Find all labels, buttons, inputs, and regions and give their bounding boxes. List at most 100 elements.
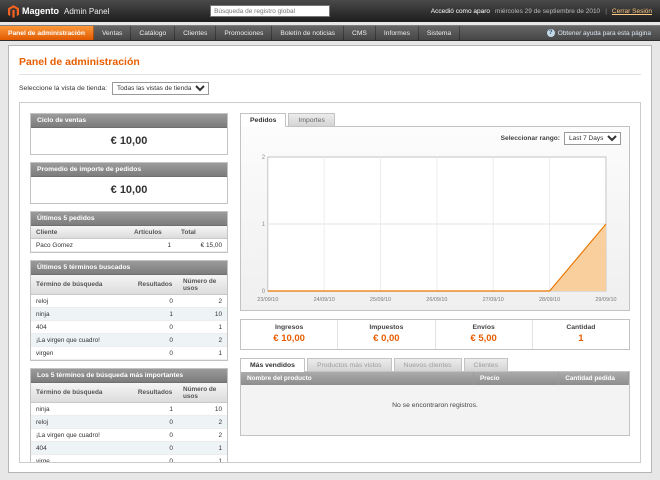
search-term: ¡La virgen que cuadro!	[31, 334, 133, 347]
help-label: Obtener ayuda para esta página	[558, 30, 651, 37]
logout-link[interactable]: Cerrar Sesión	[612, 8, 652, 15]
search-uses: 1	[178, 321, 227, 334]
svg-text:1: 1	[262, 222, 265, 228]
search-term: virgen	[31, 347, 133, 360]
search-results: 0	[133, 347, 178, 360]
search-term-row[interactable]: ¡La virgen que cuadro! 0 2	[31, 429, 227, 442]
search-uses: 10	[178, 308, 227, 321]
store-view-label: Seleccione la vista de tienda:	[19, 85, 107, 92]
average-orders-box: Promedio de importe de pedidos € 10,00	[30, 162, 228, 204]
search-term-row[interactable]: 404 0 1	[31, 321, 227, 334]
stat-value: € 0,00	[340, 333, 432, 344]
search-results: 0	[133, 416, 178, 429]
search-term-row[interactable]: ¡La virgen que cuadro! 0 2	[31, 334, 227, 347]
page-help-link[interactable]: ? Obtener ayuda para esta página	[538, 26, 660, 40]
search-term-row[interactable]: ninja 1 10	[31, 308, 227, 321]
magento-logo-icon	[8, 5, 19, 18]
search-uses: 2	[178, 429, 227, 442]
empty-records-message: No se encontraron registros.	[241, 385, 629, 435]
chart-tabs: Pedidos Importes	[240, 113, 630, 126]
range-select[interactable]: Last 7 Days	[564, 132, 621, 145]
search-term-row[interactable]: 404 0 1	[31, 442, 227, 455]
column-header: Resultados	[133, 275, 178, 295]
range-label: Seleccionar rango:	[501, 135, 560, 142]
magento-admin-window: Magento Admin Panel Accedió como aparo m…	[0, 0, 660, 480]
tab-amounts[interactable]: Importes	[288, 113, 334, 126]
store-view-select[interactable]: Todas las vistas de tienda	[112, 82, 209, 95]
column-header: Nombre del producto	[241, 372, 474, 385]
tab-orders[interactable]: Pedidos	[240, 113, 286, 127]
search-term: reloj	[31, 295, 133, 308]
column-header: Término de búsqueda	[31, 383, 133, 403]
dashboard-left-column: Ciclo de ventas € 10,00 Promedio de impo…	[30, 113, 228, 452]
svg-text:25/09/10: 25/09/10	[370, 297, 391, 303]
content-area: Panel de administración Seleccione la vi…	[8, 45, 652, 473]
last-orders-box: Últimos 5 pedidos Cliente Artículos Tota…	[30, 211, 228, 253]
stat-label: Envíos	[438, 324, 530, 331]
nav-item-customers[interactable]: Clientes	[175, 26, 216, 40]
nav-item-reports[interactable]: Informes	[376, 26, 419, 40]
last-search-terms-box: Últimos 5 términos buscados Término de b…	[30, 260, 228, 361]
tab-customers[interactable]: Clientes	[464, 358, 509, 371]
search-results: 0	[133, 334, 178, 347]
nav-item-newsletter[interactable]: Boletín de noticias	[272, 26, 344, 40]
search-term: virge	[31, 455, 133, 464]
search-uses: 1	[178, 347, 227, 360]
column-header: Artículos	[129, 226, 176, 239]
table-header-row: Término de búsqueda Resultados Número de…	[31, 275, 227, 295]
column-header: Término de búsqueda	[31, 275, 133, 295]
bestsellers-grid: Nombre del producto Precio Cantidad pedi…	[240, 371, 630, 436]
orders-chart-panel: Seleccionar rango: Last 7 Days 01223/09/…	[240, 126, 630, 311]
tab-bestsellers[interactable]: Más vendidos	[240, 358, 305, 372]
order-row[interactable]: Paco Gomez 1 € 15,00	[31, 239, 227, 252]
nav-item-cms[interactable]: CMS	[344, 26, 376, 40]
current-date: miércoles 29 de septiembre de 2010	[495, 8, 600, 15]
search-term-row[interactable]: ninja 1 10	[31, 403, 227, 416]
nav-item-promotions[interactable]: Promociones	[216, 26, 272, 40]
logo-title: Magento	[22, 6, 59, 16]
search-results: 0	[133, 442, 178, 455]
last-orders-table: Cliente Artículos Total Paco Gomez 1 € 1…	[31, 226, 227, 252]
totals-bar: Ingresos € 10,00 Impuestos € 0,00 Envíos…	[240, 319, 630, 350]
magento-logo[interactable]: Magento Admin Panel	[8, 5, 109, 18]
tab-new-customers[interactable]: Nuevos clientes	[394, 358, 462, 371]
stat-value: 1	[535, 333, 627, 344]
stat-quantity: Cantidad 1	[532, 320, 629, 349]
search-term-row[interactable]: virgen 0 1	[31, 347, 227, 360]
search-uses: 1	[178, 442, 227, 455]
nav-item-dashboard[interactable]: Panel de administración	[0, 26, 94, 40]
order-total: € 15,00	[176, 239, 227, 252]
search-results: 0	[133, 455, 178, 464]
stat-value: € 5,00	[438, 333, 530, 344]
search-term: ninja	[31, 403, 133, 416]
stat-label: Cantidad	[535, 324, 627, 331]
nav-item-sales[interactable]: Ventas	[94, 26, 131, 40]
search-term-row[interactable]: virge 0 1	[31, 455, 227, 464]
order-items: 1	[129, 239, 176, 252]
stat-label: Impuestos	[340, 324, 432, 331]
svg-text:2: 2	[262, 155, 265, 161]
nav-item-system[interactable]: Sistema	[419, 26, 460, 40]
last-search-table: Término de búsqueda Resultados Número de…	[31, 275, 227, 360]
column-header: Número de usos	[178, 275, 227, 295]
search-results: 0	[133, 429, 178, 442]
search-term: ¡La virgen que cuadro!	[31, 429, 133, 442]
nav-item-catalog[interactable]: Catálogo	[131, 26, 175, 40]
column-header: Precio	[474, 372, 559, 385]
top-search-terms-box: Los 5 términos de búsqueda más important…	[30, 368, 228, 463]
last-orders-title: Últimos 5 pedidos	[31, 212, 227, 226]
stat-label: Ingresos	[243, 324, 335, 331]
global-search-input[interactable]	[210, 5, 330, 17]
search-term-row[interactable]: reloj 0 2	[31, 416, 227, 429]
search-results: 1	[133, 403, 178, 416]
table-header-row: Término de búsqueda Resultados Número de…	[31, 383, 227, 403]
search-term-row[interactable]: reloj 0 2	[31, 295, 227, 308]
separator: |	[605, 8, 607, 15]
main-navigation: Panel de administración Ventas Catálogo …	[0, 25, 660, 41]
help-icon: ?	[547, 29, 555, 37]
title-divider	[19, 74, 641, 75]
lifetime-sales-value: € 10,00	[31, 128, 227, 154]
store-view-switcher: Seleccione la vista de tienda: Todas las…	[19, 82, 641, 95]
svg-text:23/09/10: 23/09/10	[257, 297, 278, 303]
tab-most-viewed[interactable]: Productos más vistos	[307, 358, 392, 371]
